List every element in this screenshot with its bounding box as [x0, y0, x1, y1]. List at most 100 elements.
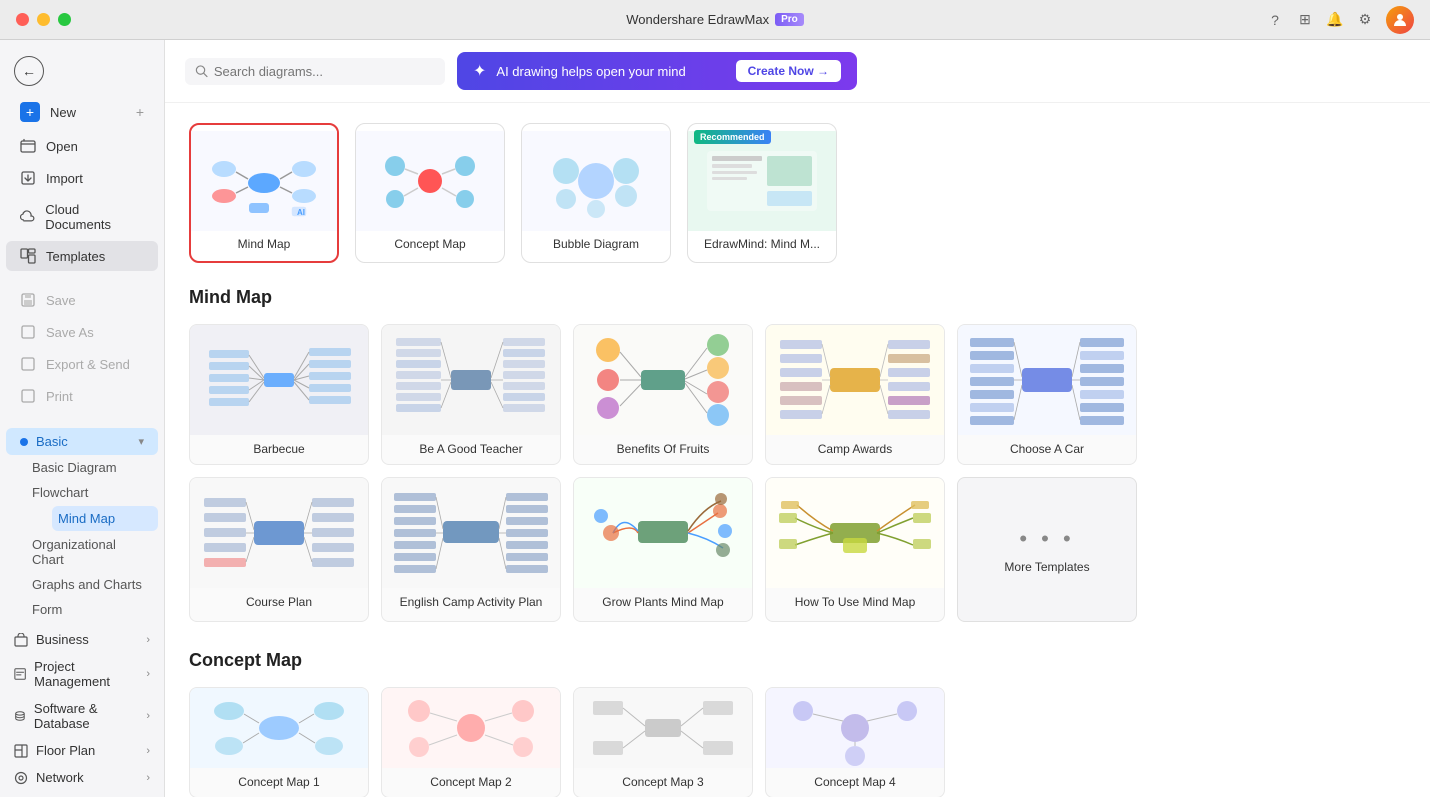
- grow-plants-img: [574, 478, 752, 588]
- concept-map-preview: [356, 131, 504, 231]
- close-button[interactable]: [16, 13, 29, 26]
- type-card-bubble[interactable]: Bubble Diagram: [521, 123, 671, 263]
- template-english-camp[interactable]: English Camp Activity Plan: [381, 477, 561, 622]
- templates-icon: [20, 248, 36, 264]
- import-icon: [20, 170, 36, 186]
- concept-2-label: Concept Map 2: [382, 768, 560, 797]
- concept-4-label: Concept Map 4: [766, 768, 944, 797]
- recommended-badge: Recommended: [694, 130, 771, 144]
- bubble-label: Bubble Diagram: [553, 231, 639, 255]
- sidebar-item-org-chart[interactable]: Organizational Chart: [32, 532, 164, 572]
- sidebar-item-form[interactable]: Form: [32, 597, 164, 622]
- template-how-to-use[interactable]: How To Use Mind Map: [765, 477, 945, 622]
- sidebar-item-open[interactable]: Open: [6, 131, 158, 161]
- search-input[interactable]: [214, 64, 435, 79]
- template-fruits[interactable]: Benefits Of Fruits: [573, 324, 753, 465]
- sidebar-item-mind-map[interactable]: Mind Map: [52, 506, 158, 531]
- network-chevron-icon: ›: [146, 772, 150, 784]
- type-card-edrawmind[interactable]: Recommended EdrawMind: Mind M...: [687, 123, 837, 263]
- basic-section: Basic ▾ Basic Diagram Flowchart Mind Map…: [0, 424, 164, 626]
- mind-map-grid: Barbecue: [189, 324, 1406, 465]
- sidebar-item-engineering[interactable]: Engineering ›: [0, 791, 164, 797]
- type-card-concept-map[interactable]: Concept Map: [355, 123, 505, 263]
- content-area: AI Mind Map: [165, 103, 1430, 797]
- topbar: ✦ AI drawing helps open your mind Create…: [165, 40, 1430, 103]
- fruits-img: [574, 325, 752, 435]
- type-cards-row: AI Mind Map: [189, 123, 1406, 263]
- ai-banner: ✦ AI drawing helps open your mind Create…: [457, 52, 857, 90]
- community-icon[interactable]: ⊞: [1296, 11, 1314, 29]
- sidebar-item-export[interactable]: Export & Send: [6, 349, 158, 379]
- fruits-label: Benefits Of Fruits: [574, 435, 752, 464]
- titlebar: Wondershare EdrawMax Pro ? ⊞ 🔔 ⚙: [0, 0, 1430, 40]
- sidebar-item-templates[interactable]: Templates: [6, 241, 158, 271]
- search-icon: [195, 64, 208, 78]
- traffic-lights: [16, 13, 71, 26]
- sidebar-item-network[interactable]: Network ›: [0, 764, 164, 791]
- concept-2-img: [382, 688, 560, 768]
- sidebar-item-cloud[interactable]: Cloud Documents: [6, 195, 158, 239]
- save-icon: [20, 292, 36, 308]
- template-camp-awards[interactable]: Camp Awards: [765, 324, 945, 465]
- template-concept-3[interactable]: Concept Map 3: [573, 687, 753, 797]
- help-icon[interactable]: ?: [1266, 11, 1284, 29]
- concept-4-img: [766, 688, 944, 768]
- sidebar-item-flowchart[interactable]: Flowchart: [32, 480, 164, 505]
- camp-awards-img: [766, 325, 944, 435]
- bubble-svg: [536, 141, 656, 221]
- sidebar-item-project[interactable]: Project Management ›: [0, 653, 164, 695]
- sidebar-item-business[interactable]: Business ›: [0, 626, 164, 653]
- sidebar-item-basic[interactable]: Basic ▾: [6, 428, 158, 455]
- sidebar-item-save-as[interactable]: Save As: [6, 317, 158, 347]
- back-icon: ←: [14, 56, 44, 86]
- avatar[interactable]: [1386, 6, 1414, 34]
- template-barbecue[interactable]: Barbecue: [189, 324, 369, 465]
- open-icon: [20, 138, 36, 154]
- sidebar-item-basic-diagram[interactable]: Basic Diagram: [32, 455, 164, 480]
- camp-awards-label: Camp Awards: [766, 435, 944, 464]
- template-grow-plants[interactable]: Grow Plants Mind Map: [573, 477, 753, 622]
- concept-map-label: Concept Map: [394, 231, 465, 255]
- mind-map-grid-row2: Course Plan: [189, 477, 1406, 622]
- type-card-mind-map[interactable]: AI Mind Map: [189, 123, 339, 263]
- edrawmind-label: EdrawMind: Mind M...: [704, 231, 820, 255]
- maximize-button[interactable]: [58, 13, 71, 26]
- basic-sub-items: Basic Diagram Flowchart Mind Map Organiz…: [0, 455, 164, 622]
- mind-map-preview: AI: [191, 131, 337, 231]
- network-icon: [14, 771, 28, 785]
- sidebar-item-print[interactable]: Print: [6, 381, 158, 411]
- notification-icon[interactable]: 🔔: [1326, 11, 1344, 29]
- back-button[interactable]: ←: [0, 48, 164, 94]
- template-choose-car[interactable]: Choose A Car: [957, 324, 1137, 465]
- concept-map-section-title: Concept Map: [189, 650, 1406, 671]
- english-camp-label: English Camp Activity Plan: [382, 588, 560, 617]
- create-now-button[interactable]: Create Now →: [736, 60, 841, 82]
- settings-icon[interactable]: ⚙: [1356, 11, 1374, 29]
- sidebar-item-import[interactable]: Import: [6, 163, 158, 193]
- business-chevron-icon: ›: [146, 634, 150, 646]
- good-teacher-img: [382, 325, 560, 435]
- english-camp-img: [382, 478, 560, 588]
- edrawmind-preview: [688, 131, 836, 231]
- mind-map-section: Mind Map: [189, 287, 1406, 622]
- floor-chevron-icon: ›: [146, 745, 150, 757]
- sidebar-item-software[interactable]: Software & Database ›: [0, 695, 164, 737]
- save-as-icon: [20, 324, 36, 340]
- choose-car-label: Choose A Car: [958, 435, 1136, 464]
- template-course-plan[interactable]: Course Plan: [189, 477, 369, 622]
- sidebar-item-floor[interactable]: Floor Plan ›: [0, 737, 164, 764]
- search-box[interactable]: [185, 58, 445, 85]
- template-concept-1[interactable]: Concept Map 1: [189, 687, 369, 797]
- bubble-preview: [522, 131, 670, 231]
- basic-chevron-icon: ▾: [138, 435, 144, 448]
- template-good-teacher[interactable]: Be A Good Teacher: [381, 324, 561, 465]
- template-more[interactable]: • • • More Templates: [957, 477, 1137, 622]
- mind-map-label: Mind Map: [238, 231, 291, 255]
- sidebar-item-graphs[interactable]: Graphs and Charts: [32, 572, 164, 597]
- template-concept-4[interactable]: Concept Map 4: [765, 687, 945, 797]
- grow-plants-label: Grow Plants Mind Map: [574, 588, 752, 617]
- template-concept-2[interactable]: Concept Map 2: [381, 687, 561, 797]
- sidebar-item-save[interactable]: Save: [6, 285, 158, 315]
- minimize-button[interactable]: [37, 13, 50, 26]
- sidebar-item-new[interactable]: + New +: [6, 95, 158, 129]
